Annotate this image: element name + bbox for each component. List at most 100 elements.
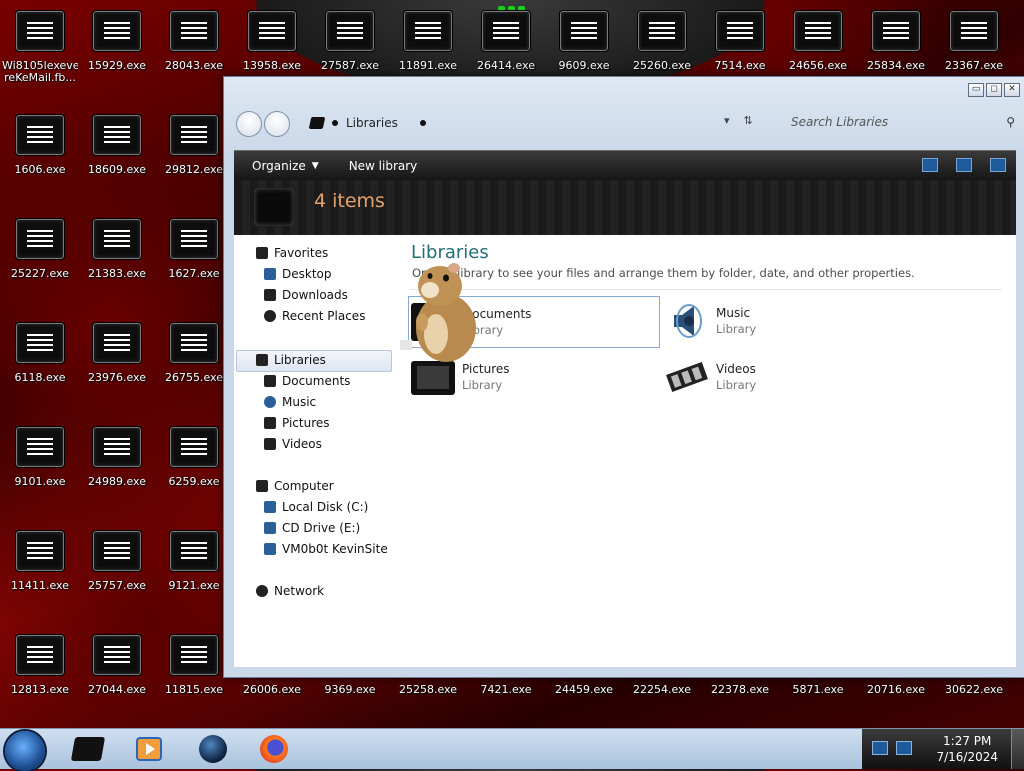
desktop-icon-item[interactable]: 29812.exe [156, 104, 232, 202]
organize-label: Organize [252, 159, 306, 173]
desktop-icon-label: 27587.exe [320, 60, 379, 72]
desktop-icon-item[interactable]: 1627.exe [156, 208, 232, 306]
library-tile-music[interactable]: Music Library [662, 296, 912, 346]
desktop-icon-label: 22254.exe [632, 684, 691, 696]
exe-file-icon [93, 323, 141, 363]
nav-local-disk[interactable]: Local Disk (C:) [264, 497, 368, 517]
tray-icons [872, 741, 912, 755]
desktop-icon-item[interactable]: 9101.exe [2, 416, 78, 514]
desktop-icon-item[interactable]: 25227.exe [2, 208, 78, 306]
desktop-icon-item[interactable]: 11815.exe [156, 624, 232, 722]
desktop-icon-item[interactable]: 28043.exe [156, 0, 232, 98]
desktop-icon-label: Wi8105lexeve reKeMail.fb... [2, 60, 78, 84]
taskbar-firefox[interactable] [246, 731, 302, 767]
libraries-icon [308, 117, 326, 129]
refresh-icon[interactable]: ⇅ [744, 114, 753, 127]
taskbar-globe[interactable] [185, 731, 241, 767]
nav-cd-drive[interactable]: CD Drive (E:) [264, 518, 360, 538]
nav-desktop[interactable]: Desktop [264, 264, 332, 284]
nav-pictures[interactable]: Pictures [264, 413, 330, 433]
desktop-icon-label: 1606.exe [14, 164, 66, 176]
nav-downloads[interactable]: Downloads [264, 285, 348, 305]
nav-favorites[interactable]: Favorites [256, 243, 328, 263]
nav-computer[interactable]: Computer [256, 476, 334, 496]
desktop-icon-item[interactable]: 6118.exe [2, 312, 78, 410]
nav-videos[interactable]: Videos [264, 434, 322, 454]
maximize-button[interactable]: ◻ [986, 83, 1002, 97]
address-dropdown-icon[interactable]: ▾ [724, 114, 730, 127]
search-icon[interactable]: ⚲ [1006, 115, 1015, 129]
music-icon [674, 304, 702, 338]
clock[interactable]: 1:27 PM 7/16/2024 [936, 733, 998, 765]
organize-button[interactable]: Organize ▼ [252, 159, 319, 173]
address-bar[interactable]: Libraries [308, 112, 750, 134]
desktop-icon-label: 26755.exe [164, 372, 223, 384]
nav-documents[interactable]: Documents [264, 371, 350, 391]
library-tile-videos[interactable]: Videos Library [662, 352, 912, 402]
nav-network-share[interactable]: VM0b0t KevinSite [264, 539, 388, 559]
taskbar-explorer[interactable] [60, 731, 116, 767]
help-icon[interactable] [990, 158, 1006, 172]
desktop-icon-item[interactable]: 1606.exe [2, 104, 78, 202]
network-status-icon[interactable] [872, 741, 888, 755]
desktop-icon-label: 25757.exe [87, 580, 146, 592]
nav-label: Local Disk (C:) [282, 500, 369, 514]
desktop-icon-item[interactable]: 21383.exe [79, 208, 155, 306]
desktop-icon-item[interactable]: 6259.exe [156, 416, 232, 514]
desktop-icon-item[interactable]: 23976.exe [79, 312, 155, 410]
nav-label: Network [274, 584, 325, 598]
nav-music[interactable]: Music [264, 392, 316, 412]
desktop-icon-label: 26414.exe [476, 60, 535, 72]
media-player-icon [136, 737, 162, 761]
music-icon [264, 396, 276, 408]
taskbar-media-player[interactable] [121, 731, 177, 767]
tile-kind: Library [462, 378, 503, 392]
search-input[interactable]: Search Libraries [791, 115, 1006, 129]
desktop-icon-item[interactable]: 9121.exe [156, 520, 232, 618]
desktop-icon-item[interactable]: 15929.exe [79, 0, 155, 98]
exe-file-icon [248, 11, 296, 51]
desktop-icon-label: 6118.exe [14, 372, 66, 384]
network-icon [256, 585, 268, 597]
desktop-icon-item[interactable]: Wi8105lexeve reKeMail.fb... [2, 0, 78, 98]
tile-kind: Library [463, 323, 504, 337]
change-view-icon[interactable] [922, 158, 938, 172]
desktop-icon-item[interactable]: 25757.exe [79, 520, 155, 618]
search-box[interactable]: Search Libraries ⚲ [779, 111, 1019, 133]
exe-file-icon [404, 11, 452, 51]
documents-icon [264, 375, 276, 387]
desktop-icon-item[interactable]: 11411.exe [2, 520, 78, 618]
exe-file-icon [16, 219, 64, 259]
desktop-icon-item[interactable]: 12813.exe [2, 624, 78, 722]
preview-pane-icon[interactable] [956, 158, 972, 172]
back-button[interactable] [236, 111, 262, 137]
exe-file-icon [560, 11, 608, 51]
start-button[interactable] [5, 731, 45, 771]
desktop-icon-item[interactable]: 27044.exe [79, 624, 155, 722]
desktop-icon-item[interactable]: 26755.exe [156, 312, 232, 410]
exe-file-icon [326, 11, 374, 51]
new-library-label: New library [348, 159, 418, 173]
nav-libraries[interactable]: Libraries [256, 350, 326, 370]
show-desktop-button[interactable] [1011, 729, 1024, 769]
exe-file-icon [93, 635, 141, 675]
minimize-button[interactable]: ▭ [968, 83, 984, 97]
desktop-icon [264, 268, 276, 280]
volume-icon[interactable] [896, 741, 912, 755]
library-tile-documents[interactable]: Documents Library [408, 296, 660, 348]
explorer-window[interactable]: ▭ ◻ ✕ Libraries ▾ ⇅ Search Libraries ⚲ O… [223, 76, 1024, 678]
libraries-icon [256, 354, 268, 366]
library-tile-pictures[interactable]: Pictures Library [408, 352, 658, 402]
desktop-icon-item[interactable]: 18609.exe [79, 104, 155, 202]
exe-file-icon [93, 427, 141, 467]
nav-recent-places[interactable]: Recent Places [264, 306, 365, 326]
nav-network[interactable]: Network [256, 581, 324, 601]
exe-file-icon [170, 11, 218, 51]
breadcrumb-separator-icon[interactable] [419, 120, 426, 126]
forward-button[interactable] [264, 111, 290, 137]
new-library-button[interactable]: New library [349, 159, 418, 173]
close-button[interactable]: ✕ [1004, 83, 1020, 97]
tile-name: Documents [463, 307, 532, 321]
address-text: Libraries [346, 116, 398, 130]
desktop-icon-item[interactable]: 24989.exe [79, 416, 155, 514]
